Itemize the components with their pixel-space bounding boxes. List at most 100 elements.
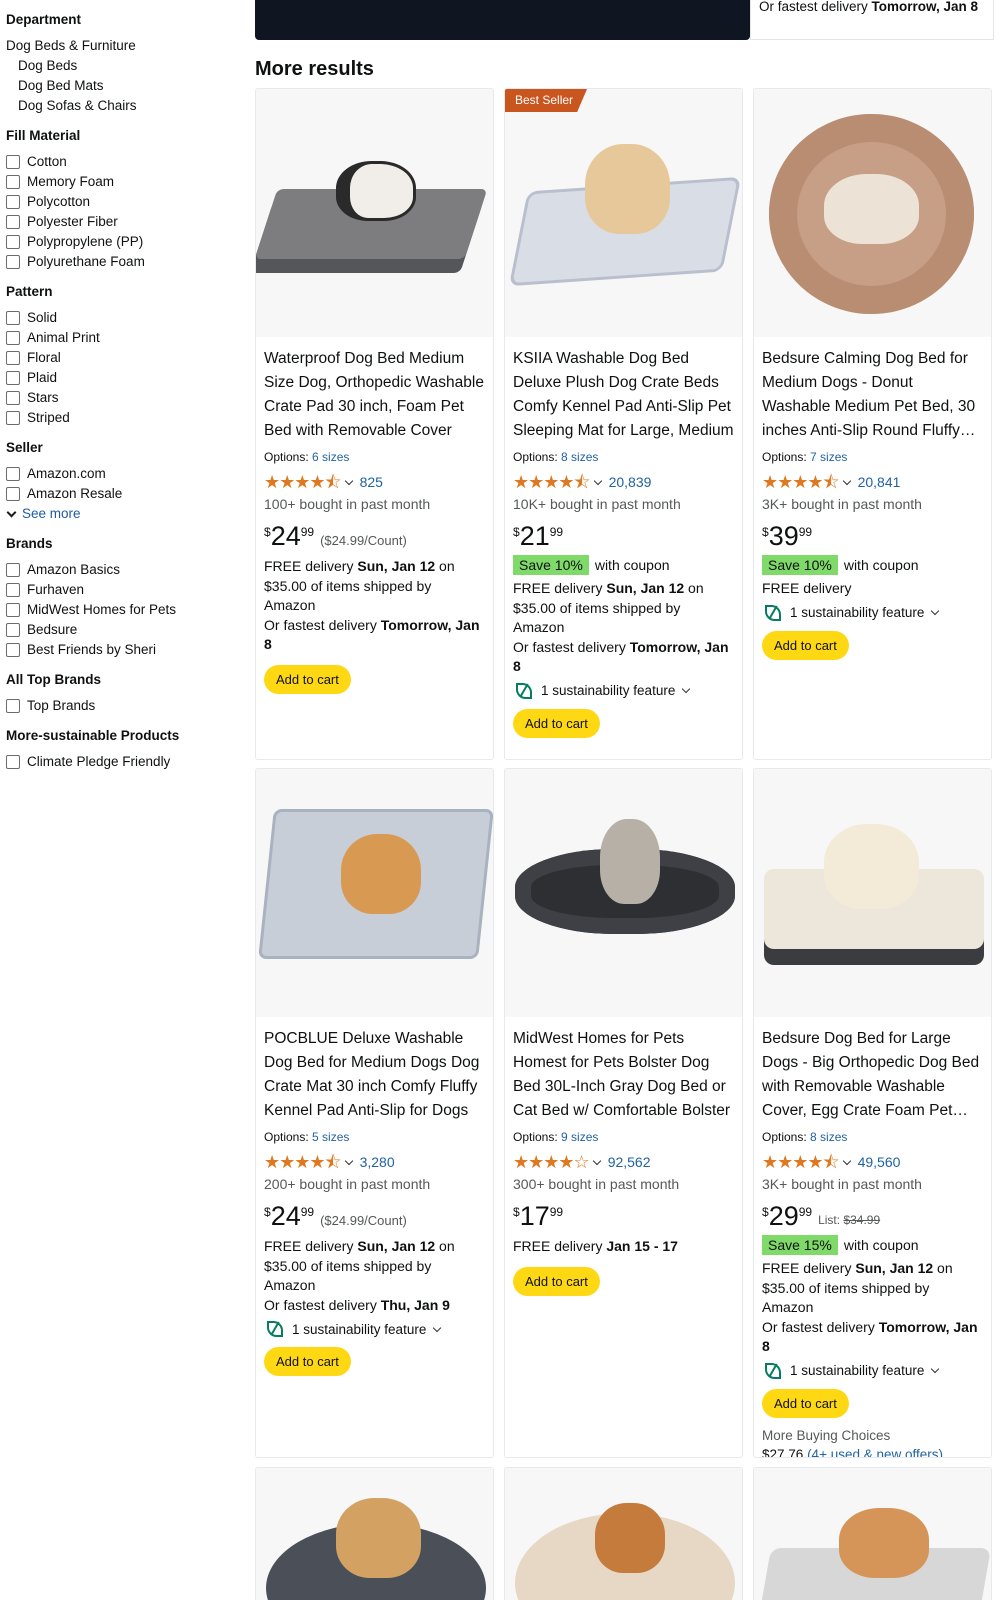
star-rating-icon[interactable]: ★★★★⯪ <box>264 1153 342 1171</box>
filter-top-brands[interactable]: Top Brands <box>6 696 241 716</box>
add-to-cart-button[interactable]: Add to cart <box>264 664 351 694</box>
star-rating-icon[interactable]: ★★★★☆ <box>513 1153 590 1171</box>
price[interactable]: $39 99 <box>762 521 983 553</box>
offers-link[interactable]: (4+ used & new offers) <box>807 1447 943 1458</box>
filter-solid[interactable]: Solid <box>6 308 241 328</box>
filter-polycotton[interactable]: Polycotton <box>6 192 241 212</box>
see-more-link[interactable]: See more <box>6 504 241 524</box>
chevron-down-icon[interactable] <box>842 1156 851 1165</box>
chevron-down-icon[interactable] <box>592 1156 601 1165</box>
checkbox[interactable] <box>6 215 20 229</box>
sizes-link[interactable]: 5 sizes <box>312 1130 349 1144</box>
filter-midwest[interactable]: MidWest Homes for Pets <box>6 600 241 620</box>
filter-cotton[interactable]: Cotton <box>6 152 241 172</box>
product-image[interactable] <box>256 769 493 1017</box>
product-image[interactable] <box>505 1468 742 1600</box>
star-rating-icon[interactable]: ★★★★⯪ <box>513 473 591 491</box>
checkbox[interactable] <box>6 331 20 345</box>
filter-climate-pledge[interactable]: Climate Pledge Friendly <box>6 752 241 772</box>
checkbox[interactable] <box>6 467 20 481</box>
star-rating-icon[interactable]: ★★★★⯪ <box>762 473 840 491</box>
filter-floral[interactable]: Floral <box>6 348 241 368</box>
checkbox[interactable] <box>6 235 20 249</box>
sizes-link[interactable]: 6 sizes <box>312 450 349 464</box>
product-title[interactable]: KSIIA Washable Dog Bed Deluxe Plush Dog … <box>513 347 734 443</box>
checkbox[interactable] <box>6 391 20 405</box>
sustainability-feature[interactable]: 1 sustainability feature <box>762 604 983 621</box>
star-rating-icon[interactable]: ★★★★⯪ <box>762 1153 840 1171</box>
product-title[interactable]: Bedsure Calming Dog Bed for Medium Dogs … <box>762 347 983 443</box>
add-to-cart-button[interactable]: Add to cart <box>513 708 600 738</box>
filter-plaid[interactable]: Plaid <box>6 368 241 388</box>
review-count[interactable]: 3,280 <box>360 1154 395 1170</box>
checkbox[interactable] <box>6 155 20 169</box>
checkbox[interactable] <box>6 195 20 209</box>
price[interactable]: $29 99 List: $34.99 <box>762 1201 983 1233</box>
filter-amazon-com[interactable]: Amazon.com <box>6 464 241 484</box>
review-count[interactable]: 92,562 <box>608 1154 651 1170</box>
product-image[interactable] <box>256 89 493 337</box>
sponsored-video-banner[interactable] <box>255 0 750 40</box>
sizes-link[interactable]: 8 sizes <box>561 450 598 464</box>
checkbox[interactable] <box>6 699 20 713</box>
coupon-row[interactable]: Save 10% with coupon <box>762 555 983 575</box>
price[interactable]: $17 99 <box>513 1201 734 1233</box>
checkbox[interactable] <box>6 311 20 325</box>
product-image[interactable]: Best Seller <box>505 89 742 337</box>
star-rating-icon[interactable]: ★★★★⯪ <box>264 473 342 491</box>
checkbox[interactable] <box>6 623 20 637</box>
filter-animal-print[interactable]: Animal Print <box>6 328 241 348</box>
review-count[interactable]: 20,839 <box>609 474 652 490</box>
sizes-link[interactable]: 9 sizes <box>561 1130 598 1144</box>
product-title[interactable]: Waterproof Dog Bed Medium Size Dog, Orth… <box>264 347 485 443</box>
filter-best-friends[interactable]: Best Friends by Sheri <box>6 640 241 660</box>
add-to-cart-button[interactable]: Add to cart <box>762 1388 849 1418</box>
sustainability-feature[interactable]: 1 sustainability feature <box>264 1321 485 1337</box>
department-link-dog-beds[interactable]: Dog Beds <box>6 56 241 76</box>
checkbox[interactable] <box>6 487 20 501</box>
checkbox[interactable] <box>6 175 20 189</box>
review-count[interactable]: 20,841 <box>858 474 901 490</box>
checkbox[interactable] <box>6 411 20 425</box>
chevron-down-icon[interactable] <box>842 476 851 485</box>
filter-polyurethane-foam[interactable]: Polyurethane Foam <box>6 252 241 272</box>
checkbox[interactable] <box>6 351 20 365</box>
sustainability-feature[interactable]: 1 sustainability feature <box>762 1362 983 1379</box>
chevron-down-icon[interactable] <box>344 476 353 485</box>
coupon-row[interactable]: Save 15% with coupon <box>762 1235 983 1255</box>
product-image[interactable] <box>505 769 742 1017</box>
sustainability-feature[interactable]: 1 sustainability feature <box>513 682 734 699</box>
filter-polyester-fiber[interactable]: Polyester Fiber <box>6 212 241 232</box>
add-to-cart-button[interactable]: Add to cart <box>762 630 849 660</box>
price[interactable]: $24 99 ($24.99/Count) <box>264 1201 485 1233</box>
review-count[interactable]: 825 <box>360 474 383 490</box>
filter-memory-foam[interactable]: Memory Foam <box>6 172 241 192</box>
coupon-row[interactable]: Save 10% with coupon <box>513 555 734 575</box>
checkbox[interactable] <box>6 583 20 597</box>
product-image[interactable] <box>754 769 991 1017</box>
filter-bedsure[interactable]: Bedsure <box>6 620 241 640</box>
checkbox[interactable] <box>6 603 20 617</box>
filter-furhaven[interactable]: Furhaven <box>6 580 241 600</box>
sizes-link[interactable]: 8 sizes <box>810 1130 847 1144</box>
filter-stars[interactable]: Stars <box>6 388 241 408</box>
checkbox[interactable] <box>6 755 20 769</box>
review-count[interactable]: 49,560 <box>858 1154 901 1170</box>
checkbox[interactable] <box>6 643 20 657</box>
checkbox[interactable] <box>6 255 20 269</box>
department-link-dog-sofas-chairs[interactable]: Dog Sofas & Chairs <box>6 96 241 116</box>
product-title[interactable]: Bedsure Dog Bed for Large Dogs - Big Ort… <box>762 1027 983 1123</box>
product-image[interactable] <box>754 89 991 337</box>
filter-amazon-basics[interactable]: Amazon Basics <box>6 560 241 580</box>
add-to-cart-button[interactable]: Add to cart <box>513 1266 600 1296</box>
checkbox[interactable] <box>6 563 20 577</box>
product-title[interactable]: MidWest Homes for Pets Homest for Pets B… <box>513 1027 734 1123</box>
sizes-link[interactable]: 7 sizes <box>810 450 847 464</box>
filter-striped[interactable]: Striped <box>6 408 241 428</box>
department-link-dog-bed-mats[interactable]: Dog Bed Mats <box>6 76 241 96</box>
product-image[interactable] <box>754 1468 991 1600</box>
chevron-down-icon[interactable] <box>344 1156 353 1165</box>
department-link-dog-beds-furniture[interactable]: Dog Beds & Furniture <box>6 36 241 56</box>
add-to-cart-button[interactable]: Add to cart <box>264 1347 351 1376</box>
checkbox[interactable] <box>6 371 20 385</box>
